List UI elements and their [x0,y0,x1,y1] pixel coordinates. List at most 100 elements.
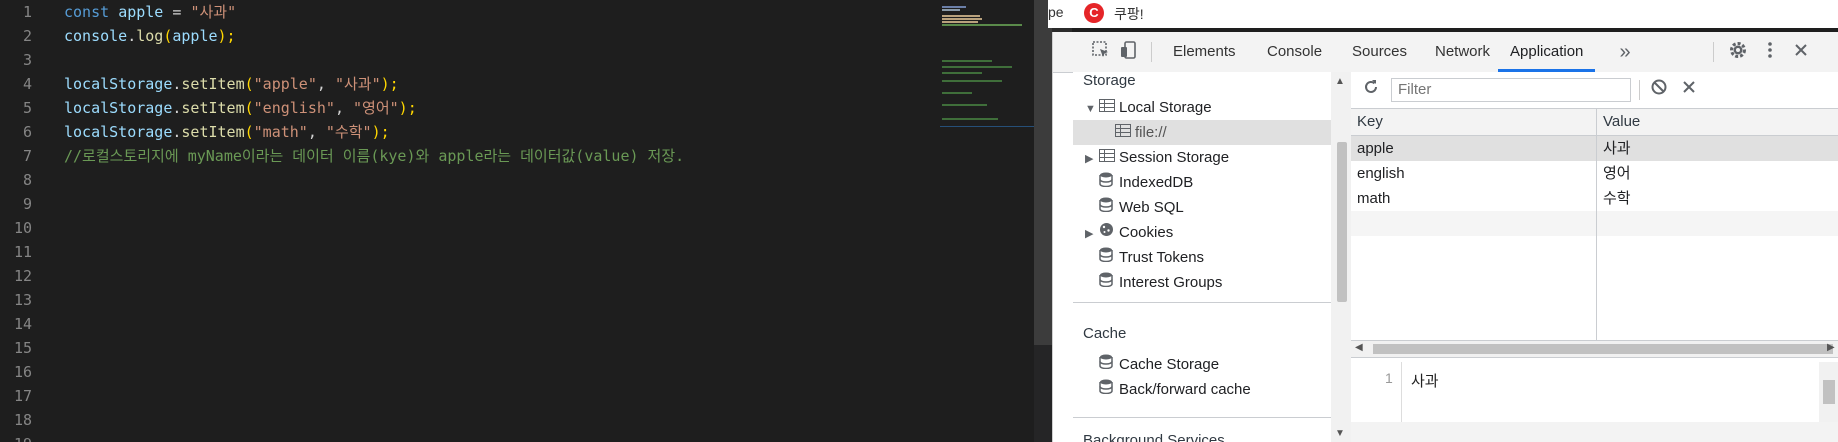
background-services-title: Background Services [1083,432,1225,442]
scroll-left-arrow-icon[interactable]: ◀ [1355,342,1363,353]
value-preview[interactable]: 1 사과 [1351,362,1838,422]
collapsed-triangle-icon[interactable]: ▶ [1085,147,1099,172]
minimap-line [942,24,1022,26]
sidebar-tree: Storage ▼ Local Storage file:// ▶ Sessio… [1073,72,1331,442]
devtools-panel: Elements Console Sources Network Applica… [1052,32,1838,442]
line-number: 12 [13,267,32,285]
tab-application[interactable]: Application [1498,32,1596,72]
preview-scrollbar-thumb[interactable] [1823,380,1835,404]
tab-network[interactable]: Network [1423,32,1502,72]
delete-selected-icon[interactable] [1677,78,1701,102]
tree-trust-tokens[interactable]: Trust Tokens [1099,245,1204,270]
more-tabs-icon[interactable]: » [1613,40,1637,64]
refresh-icon[interactable] [1359,78,1383,102]
string-token: "apple" [253,75,317,93]
line-number: 19 [0,432,50,442]
tree-label: Web SQL [1119,199,1184,216]
application-sidebar[interactable]: Storage ▼ Local Storage file:// ▶ Sessio… [1073,72,1352,442]
code-line-3[interactable] [64,48,684,72]
minimap-viewport [940,126,1034,127]
table-hscrollbar-thumb[interactable] [1373,344,1833,354]
tab-sources[interactable]: Sources [1340,32,1419,72]
comma-token: , [307,123,326,141]
code-line-5[interactable]: localStorage.setItem("english", "영어"); [64,96,684,120]
code-area[interactable]: const apple = "사과" console.log(apple); l… [64,0,684,168]
table-row[interactable]: apple 사과 [1351,136,1838,161]
paren-token: ); [217,27,236,45]
filter-input[interactable] [1391,78,1631,102]
line-number: 10 [13,219,32,237]
variable-token: apple [118,3,164,21]
inspect-element-icon[interactable] [1089,40,1113,64]
row-key: math [1357,190,1391,207]
preview-line-number: 1 [1385,370,1393,386]
function-token: setItem [181,123,245,141]
paren-token: ); [380,75,399,93]
tree-indexeddb[interactable]: IndexedDB [1099,170,1193,195]
preview-gutter [1351,362,1402,422]
line-number: 16 [13,363,32,381]
line-number-gutter: 1 2 3 4 5 6 7 8 9 10 11 12 13 14 15 16 1… [0,0,50,442]
tab-elements[interactable]: Elements [1161,32,1248,72]
tree-cookies[interactable]: ▶ Cookies [1085,220,1173,245]
tree-label: file:// [1135,124,1167,141]
tree-websql[interactable]: Web SQL [1099,195,1184,220]
tree-cache-storage[interactable]: Cache Storage [1099,352,1219,377]
tree-file-origin[interactable]: file:// [1073,120,1331,145]
gear-icon[interactable] [1726,40,1750,64]
editor-scrollbar-thumb[interactable] [1034,0,1052,345]
minimap-line [942,18,982,20]
scroll-down-arrow-icon[interactable]: ▼ [1335,428,1345,439]
tree-session-storage[interactable]: ▶ Session Storage [1085,145,1229,170]
string-token: "수학" [325,123,372,141]
coupang-logo-icon: C [1084,3,1104,23]
bookmark-partial[interactable]: pe [1048,4,1064,20]
expanded-triangle-icon[interactable]: ▼ [1085,97,1099,122]
tree-bf-cache[interactable]: Back/forward cache [1099,377,1251,402]
line-number: 5 [22,99,32,117]
function-token: setItem [181,75,245,93]
table-row[interactable]: math 수학 [1351,186,1838,211]
table-row[interactable]: english 영어 [1351,161,1838,186]
code-editor[interactable]: 1 2 3 4 5 6 7 8 9 10 11 12 13 14 15 16 1… [0,0,1034,442]
string-token: "사과" [334,75,381,93]
collapsed-triangle-icon[interactable]: ▶ [1085,222,1099,247]
clear-all-icon[interactable] [1647,78,1671,102]
sidebar-divider [1073,302,1331,303]
table-row-empty[interactable] [1351,211,1838,236]
code-line-7[interactable]: //로컬스토리지에 myName이라는 데이터 이름(kye)와 apple라는… [64,144,684,168]
tree-label: Local Storage [1119,99,1212,116]
column-header-value[interactable]: Value [1597,109,1640,135]
tree-label: Cookies [1119,224,1174,241]
line-number: 14 [13,315,32,333]
column-header-key[interactable]: Key [1351,109,1383,135]
minimap[interactable] [940,0,1034,140]
row-key: apple [1357,140,1394,157]
bookmark-coupang[interactable]: 쿠팡! [1114,4,1144,24]
table-hscrollbar[interactable]: ◀ ▶ [1351,340,1838,358]
sidebar-scrollbar-thumb[interactable] [1337,142,1347,302]
database-icon [1099,245,1119,270]
tree-local-storage[interactable]: ▼ Local Storage [1085,95,1212,120]
string-token: "english" [253,99,335,117]
close-icon[interactable] [1789,40,1813,64]
toolbar-divider [1151,42,1152,62]
table-icon [1099,95,1119,120]
kebab-menu-icon[interactable] [1758,40,1782,64]
scroll-right-arrow-icon[interactable]: ▶ [1827,342,1835,353]
database-icon [1099,195,1119,220]
storage-section-title: Storage [1083,72,1136,89]
preview-value: 사과 [1411,373,1439,390]
storage-view: Key Value apple 사과 english 영어 math 수학 ◀ … [1351,72,1838,442]
device-toolbar-icon[interactable] [1117,40,1141,64]
tab-console[interactable]: Console [1255,32,1334,72]
line-number: 2 [22,27,32,45]
code-line-4[interactable]: localStorage.setItem("apple", "사과"); [64,72,684,96]
line-number: 11 [13,243,32,261]
scroll-up-arrow-icon[interactable]: ▲ [1335,76,1345,87]
code-line-1[interactable]: const apple = "사과" [64,0,684,24]
code-line-6[interactable]: localStorage.setItem("math", "수학"); [64,120,684,144]
code-line-2[interactable]: console.log(apple); [64,24,684,48]
database-icon [1099,352,1119,377]
tree-interest-groups[interactable]: Interest Groups [1099,270,1222,295]
